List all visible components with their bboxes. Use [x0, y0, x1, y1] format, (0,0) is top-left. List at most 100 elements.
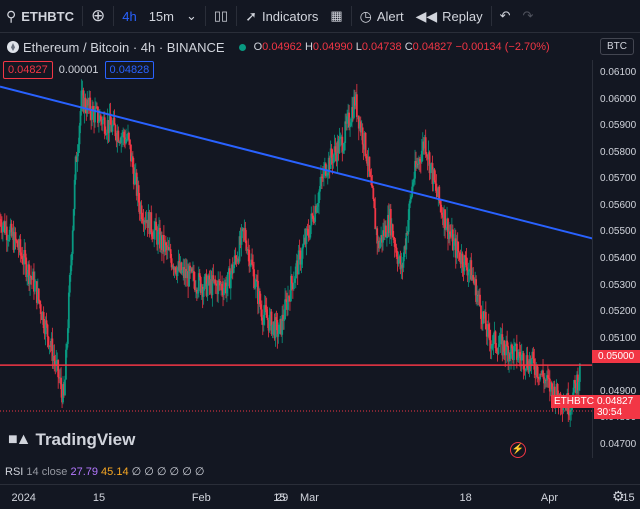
divider: [113, 6, 115, 26]
rsi-empty-values: ∅ ∅ ∅ ∅ ∅ ∅: [131, 466, 205, 478]
lightning-icon[interactable]: ⚡: [510, 442, 526, 458]
close-value: 0.04827: [412, 41, 453, 53]
compare-button[interactable]: ⊕: [85, 0, 111, 33]
open-value: 0.04962: [262, 41, 302, 53]
candle-body: [64, 379, 66, 396]
high-value: 0.04990: [312, 41, 353, 53]
divider: [236, 6, 238, 26]
candle-body: [301, 247, 304, 259]
candle-body: [355, 94, 358, 117]
time-tick-label: 15: [92, 492, 106, 504]
candle-body: [46, 324, 49, 337]
redo-button[interactable]: ↷: [517, 0, 540, 33]
symbol-title[interactable]: Ethereum / Bitcoin · 4h · BINANCE: [23, 40, 225, 55]
candle-body: [226, 272, 229, 287]
interval-4h[interactable]: 4h: [116, 0, 142, 33]
price-tick-label: 0.05200: [600, 306, 637, 318]
high-key: H: [304, 41, 313, 53]
interval-dropdown[interactable]: ⌄: [180, 0, 203, 33]
price-tick-label: 0.05900: [600, 120, 637, 132]
price-tick-label: 0.04700: [600, 438, 637, 450]
search-icon: ⚲: [6, 7, 17, 24]
candle-body: [444, 209, 446, 230]
market-open-status-icon: [238, 43, 246, 51]
time-axis[interactable]: 2024 15 Feb 15 29 Mar 18 Apr 15: [0, 484, 640, 509]
divider: [490, 6, 492, 26]
indicators-label: Indicators: [261, 8, 319, 24]
change-value: −0.00134 (−2.70%): [455, 41, 550, 53]
alert-button[interactable]: ◷ Alert: [354, 0, 410, 33]
divider: [204, 6, 206, 26]
price-tick-label: 0.05600: [600, 199, 637, 211]
price-tick-label: 0.06100: [600, 67, 637, 79]
undo-icon: ↶: [499, 8, 511, 23]
undo-button[interactable]: ↶: [494, 0, 517, 33]
candle-body: [67, 292, 70, 329]
candle-body: [292, 282, 295, 290]
price-chart[interactable]: [0, 60, 592, 458]
chevron-down-icon: ⌄: [186, 8, 197, 23]
price-tick-label: 0.05400: [600, 253, 637, 264]
candle-body: [266, 317, 269, 321]
candle-body: [128, 132, 130, 140]
candle-body: [290, 275, 293, 284]
indicators-button[interactable]: ➚ Indicators: [239, 0, 324, 33]
candle-body: [129, 139, 131, 145]
time-tick-label: 18: [459, 492, 472, 504]
chart-type-button[interactable]: ▯▯: [208, 0, 234, 33]
candle-body: [71, 230, 74, 254]
tradingview-logo-icon: ■▲: [8, 431, 31, 448]
price-tick-label: 0.06000: [600, 93, 637, 105]
rsi-label: RSI: [5, 466, 24, 478]
candle-body: [372, 188, 375, 200]
candle-body: [364, 132, 367, 156]
rsi-legend[interactable]: RSI 14 close 27.79 45.14 ∅ ∅ ∅ ∅ ∅ ∅: [5, 465, 204, 478]
settings-icon[interactable]: ⚙: [612, 488, 625, 505]
replay-label: Replay: [442, 8, 483, 24]
layouts-button[interactable]: ▦: [324, 0, 348, 33]
countdown-label: 30:54: [594, 406, 640, 419]
time-tick-label: Feb: [191, 492, 211, 504]
rsi-params: 14 close: [26, 466, 68, 478]
symbol-search[interactable]: ⚲ ETHBTC: [0, 0, 80, 33]
open-key: O: [253, 41, 263, 53]
close-key: C: [404, 41, 413, 53]
price-tick-label: 0.05100: [600, 332, 637, 344]
redo-icon: ↷: [522, 8, 534, 23]
alarm-icon: ◷: [359, 7, 372, 24]
candle-body: [578, 363, 581, 382]
candle-body: [424, 137, 427, 154]
candle-body: [34, 281, 36, 292]
divider: [350, 6, 352, 26]
time-tick-label: 2024: [11, 492, 36, 504]
candles-icon: ▯▯: [213, 8, 229, 23]
price-tick-label: 0.05700: [600, 173, 637, 185]
replay-button[interactable]: ◀◀ Replay: [410, 0, 489, 33]
rewind-icon: ◀◀: [415, 7, 438, 24]
indicators-icon: ➚: [245, 7, 257, 24]
last-symbol-tag: ETHBTC: [551, 395, 597, 408]
legend-header: Ethereum / Bitcoin · 4h · BINANCE O0.049…: [0, 36, 640, 58]
price-tick-label: 0.05300: [600, 279, 637, 291]
top-toolbar: ⚲ ETHBTC ⊕ 4h 15m ⌄ ▯▯ ➚ Indicators ▦ ◷ Ale…: [0, 0, 640, 33]
rsi-value: 27.79: [70, 466, 98, 478]
interval-15m[interactable]: 15m: [143, 0, 180, 33]
low-value: 0.04738: [361, 41, 402, 53]
alert-label: Alert: [376, 8, 404, 24]
currency-button[interactable]: BTC: [600, 38, 634, 55]
grid-icon: ▦: [330, 8, 343, 23]
trend-line: [0, 85, 592, 240]
time-tick-label: 29: [276, 492, 289, 504]
level-line-label: 0.05000: [592, 350, 640, 363]
ethereum-logo-icon: [7, 41, 19, 53]
watermark-text: TradingView: [35, 430, 136, 449]
price-tick-label: 0.05800: [600, 146, 637, 158]
ohlc-values: O0.04962 H0.04990 L0.04738 C0.04827 −0.0…: [254, 41, 550, 53]
time-tick-label: Mar: [300, 492, 319, 504]
symbol-label: ETHBTC: [21, 8, 74, 24]
candle-body: [574, 380, 576, 384]
candle-body: [361, 127, 364, 145]
price-tick-label: 0.05500: [600, 226, 637, 238]
candle-body: [457, 250, 460, 253]
rsi-ma-value: 45.14: [101, 466, 129, 478]
